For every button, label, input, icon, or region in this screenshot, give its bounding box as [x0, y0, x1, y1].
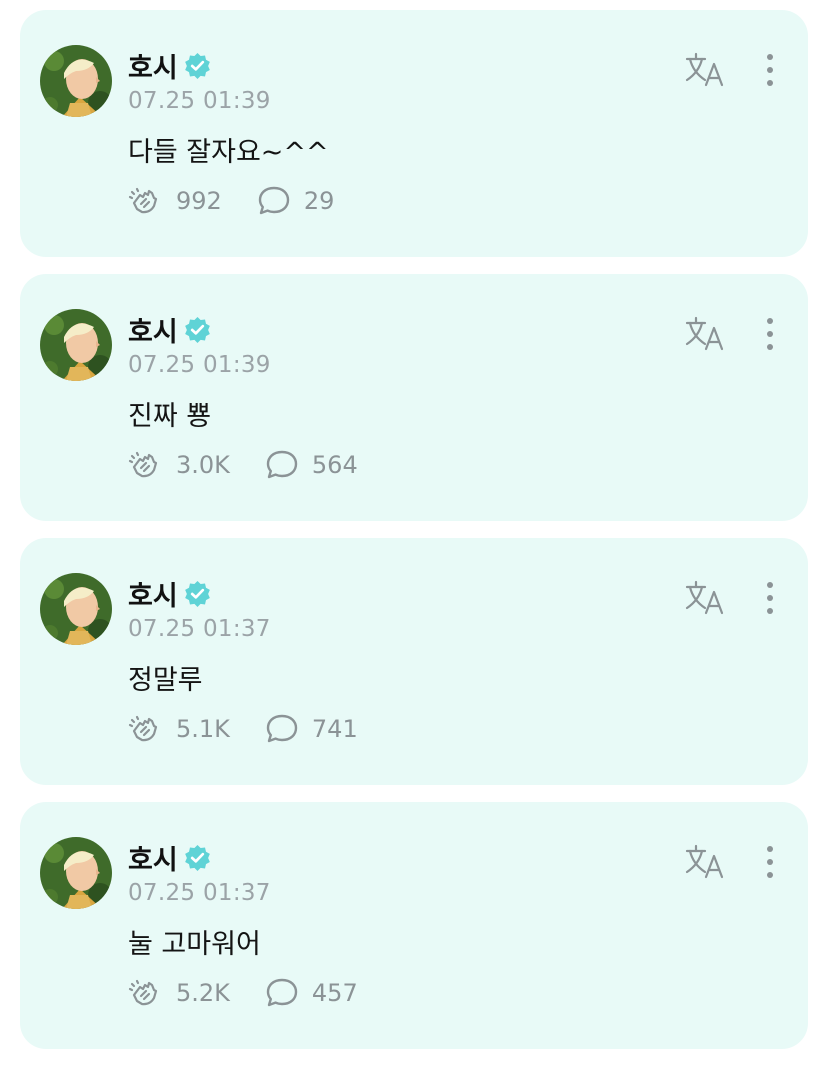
- post-timestamp: 07.25 01:37: [128, 880, 271, 906]
- reaction-bar: 992 29: [128, 184, 368, 218]
- reaction-bar: 3.0K 564: [128, 448, 392, 482]
- translate-icon: [685, 52, 724, 87]
- vertical-ellipsis-icon: [767, 582, 773, 614]
- author-row: 호시: [128, 574, 211, 613]
- verified-badge-icon: [184, 844, 210, 871]
- comment-button[interactable]: 29: [256, 185, 335, 217]
- author-row: 호시: [128, 838, 211, 877]
- author-row: 호시: [128, 46, 211, 85]
- comment-button[interactable]: 564: [264, 449, 358, 481]
- translate-button[interactable]: [684, 578, 728, 618]
- more-options-button[interactable]: [758, 844, 782, 880]
- speech-bubble-icon: [266, 450, 298, 479]
- like-button[interactable]: 5.1K: [128, 713, 230, 745]
- like-button[interactable]: 992: [128, 185, 222, 217]
- speech-bubble-icon: [266, 714, 298, 743]
- avatar[interactable]: [40, 45, 112, 117]
- post-text[interactable]: 다들 잘자요~^^: [128, 130, 329, 169]
- more-options-button[interactable]: [758, 316, 782, 352]
- verified-badge-icon: [184, 52, 210, 79]
- vertical-ellipsis-icon: [767, 54, 773, 86]
- author-name[interactable]: 호시: [128, 574, 178, 613]
- comment-button[interactable]: 741: [264, 713, 358, 745]
- translate-button[interactable]: [684, 50, 728, 90]
- like-button[interactable]: 5.2K: [128, 977, 230, 1009]
- hands-clap-icon: [128, 451, 158, 478]
- author-name[interactable]: 호시: [128, 838, 178, 877]
- post-card[interactable]: 호시 07.25 01:39 다들 잘자요~^^ 992 29: [20, 10, 808, 257]
- avatar[interactable]: [40, 573, 112, 645]
- author-name[interactable]: 호시: [128, 46, 178, 85]
- hands-clap-icon: [128, 715, 158, 742]
- reaction-bar: 5.2K 457: [128, 976, 392, 1010]
- comment-button[interactable]: 457: [264, 977, 358, 1009]
- post-card[interactable]: 호시 07.25 01:37 눌 고마워어 5.2K 457: [20, 802, 808, 1049]
- hands-clap-icon: [128, 979, 158, 1006]
- more-options-button[interactable]: [758, 52, 782, 88]
- speech-bubble-icon: [266, 978, 298, 1007]
- like-count: 992: [176, 187, 222, 215]
- vertical-ellipsis-icon: [767, 846, 773, 878]
- post-text[interactable]: 정말루: [128, 658, 203, 697]
- like-count: 3.0K: [176, 451, 230, 479]
- author-row: 호시: [128, 310, 211, 349]
- vertical-ellipsis-icon: [767, 318, 773, 350]
- verified-badge-icon: [184, 316, 210, 343]
- translate-icon: [685, 316, 724, 351]
- post-timestamp: 07.25 01:39: [128, 352, 271, 378]
- post-timestamp: 07.25 01:39: [128, 88, 271, 114]
- translate-button[interactable]: [684, 314, 728, 354]
- reaction-bar: 5.1K 741: [128, 712, 392, 746]
- like-button[interactable]: 3.0K: [128, 449, 230, 481]
- avatar[interactable]: [40, 309, 112, 381]
- speech-bubble-icon: [258, 186, 290, 215]
- translate-button[interactable]: [684, 842, 728, 882]
- post-feed: 호시 07.25 01:39 다들 잘자요~^^ 992 29 호시 07.25…: [0, 0, 828, 1067]
- comment-count: 457: [311, 979, 358, 1007]
- author-name[interactable]: 호시: [128, 310, 178, 349]
- more-options-button[interactable]: [758, 580, 782, 616]
- translate-icon: [685, 844, 724, 879]
- hands-clap-icon: [128, 187, 158, 214]
- post-card[interactable]: 호시 07.25 01:39 진짜 뿅 3.0K 564: [20, 274, 808, 521]
- translate-icon: [685, 580, 724, 615]
- comment-count: 564: [311, 451, 358, 479]
- avatar[interactable]: [40, 837, 112, 909]
- like-count: 5.1K: [176, 715, 230, 743]
- comment-count: 29: [303, 187, 335, 215]
- post-timestamp: 07.25 01:37: [128, 616, 271, 642]
- post-text[interactable]: 눌 고마워어: [128, 922, 261, 961]
- verified-badge-icon: [184, 580, 210, 607]
- post-text[interactable]: 진짜 뿅: [128, 394, 211, 433]
- comment-count: 741: [311, 715, 358, 743]
- like-count: 5.2K: [176, 979, 230, 1007]
- post-card[interactable]: 호시 07.25 01:37 정말루 5.1K 741: [20, 538, 808, 785]
